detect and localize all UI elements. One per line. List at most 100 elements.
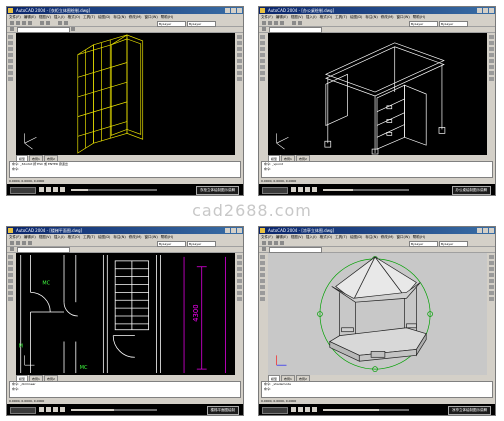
rewind-icon[interactable]: [60, 407, 65, 412]
extend-tool-icon[interactable]: [489, 77, 494, 81]
polyline-tool-icon[interactable]: [8, 261, 13, 265]
maximize-icon[interactable]: [483, 8, 488, 13]
hatch-tool-icon[interactable]: [260, 291, 265, 295]
save-icon[interactable]: [22, 21, 26, 25]
circle-tool-icon[interactable]: [260, 59, 265, 63]
layer-manager-icon[interactable]: [10, 247, 14, 251]
rewind-icon[interactable]: [312, 407, 317, 412]
arc-tool-icon[interactable]: [8, 273, 13, 277]
text-tool-icon[interactable]: [8, 297, 13, 301]
taskbar-task-label[interactable]: 凉亭立体绘制图示讲解: [448, 406, 491, 415]
open-file-icon[interactable]: [16, 21, 20, 25]
stop-icon[interactable]: [53, 187, 58, 192]
stop-icon[interactable]: [305, 407, 310, 412]
spline-tool-icon[interactable]: [8, 65, 13, 69]
trim-tool-icon[interactable]: [237, 71, 242, 75]
extend-tool-icon[interactable]: [237, 77, 242, 81]
playback-progress[interactable]: [323, 189, 409, 191]
properties-icon[interactable]: [71, 27, 75, 31]
erase-tool-icon[interactable]: [489, 255, 494, 259]
arc-tool-icon[interactable]: [260, 273, 265, 277]
offset-tool-icon[interactable]: [237, 273, 242, 277]
minimize-icon[interactable]: [477, 228, 482, 233]
erase-tool-icon[interactable]: [237, 255, 242, 259]
drawing-canvas[interactable]: [268, 253, 487, 375]
drawing-canvas[interactable]: [268, 33, 487, 155]
rectangle-tool-icon[interactable]: [260, 47, 265, 51]
spline-tool-icon[interactable]: [8, 285, 13, 289]
copy-tool-icon[interactable]: [237, 261, 242, 265]
circle-tool-icon[interactable]: [8, 279, 13, 283]
minimize-icon[interactable]: [225, 228, 230, 233]
close-icon[interactable]: [489, 228, 494, 233]
mirror-tool-icon[interactable]: [237, 267, 242, 271]
polyline-tool-icon[interactable]: [8, 41, 13, 45]
open-file-icon[interactable]: [268, 21, 272, 25]
move-tool-icon[interactable]: [237, 59, 242, 63]
layer-manager-icon[interactable]: [262, 247, 266, 251]
extend-tool-icon[interactable]: [489, 297, 494, 301]
command-line[interactable]: 命令: _shademode 命令:: [261, 381, 493, 398]
undo-icon[interactable]: [292, 21, 296, 25]
drawing-canvas[interactable]: 4300 MC MC M: [16, 253, 235, 375]
text-tool-icon[interactable]: [260, 297, 265, 301]
offset-tool-icon[interactable]: [489, 53, 494, 57]
rewind-icon[interactable]: [60, 187, 65, 192]
start-button[interactable]: [262, 187, 288, 194]
rotate-tool-icon[interactable]: [237, 65, 242, 69]
offset-tool-icon[interactable]: [489, 273, 494, 277]
save-icon[interactable]: [274, 21, 278, 25]
maximize-icon[interactable]: [231, 8, 236, 13]
play-icon[interactable]: [39, 407, 44, 412]
hatch-tool-icon[interactable]: [260, 71, 265, 75]
open-file-icon[interactable]: [268, 241, 272, 245]
mirror-tool-icon[interactable]: [489, 267, 494, 271]
offset-tool-icon[interactable]: [237, 53, 242, 57]
command-line[interactable]: 命令: _3dorbit 按 ESC 或 ENTER 键退出 命令:: [9, 161, 241, 178]
arc-tool-icon[interactable]: [260, 53, 265, 57]
rotate-tool-icon[interactable]: [489, 285, 494, 289]
circle-tool-icon[interactable]: [8, 59, 13, 63]
pause-icon[interactable]: [46, 187, 51, 192]
save-icon[interactable]: [274, 241, 278, 245]
print-icon[interactable]: [280, 21, 284, 25]
spline-tool-icon[interactable]: [260, 65, 265, 69]
redo-icon[interactable]: [298, 21, 302, 25]
pause-icon[interactable]: [298, 407, 303, 412]
command-line[interactable]: 命令: _dimlinear 命令:: [9, 381, 241, 398]
save-icon[interactable]: [22, 241, 26, 245]
stop-icon[interactable]: [305, 187, 310, 192]
minimize-icon[interactable]: [477, 8, 482, 13]
layer-manager-icon[interactable]: [10, 27, 14, 31]
line-tool-icon[interactable]: [8, 35, 13, 39]
polyline-tool-icon[interactable]: [260, 261, 265, 265]
open-file-icon[interactable]: [16, 241, 20, 245]
text-tool-icon[interactable]: [8, 77, 13, 81]
start-button[interactable]: [262, 407, 288, 414]
new-file-icon[interactable]: [10, 21, 14, 25]
print-icon[interactable]: [280, 241, 284, 245]
rotate-tool-icon[interactable]: [489, 65, 494, 69]
start-button[interactable]: [10, 407, 36, 414]
rectangle-tool-icon[interactable]: [8, 47, 13, 51]
print-icon[interactable]: [28, 241, 32, 245]
move-tool-icon[interactable]: [489, 279, 494, 283]
redo-icon[interactable]: [46, 21, 50, 25]
play-icon[interactable]: [291, 407, 296, 412]
play-icon[interactable]: [291, 187, 296, 192]
taskbar-task-label[interactable]: 办公桌绘制图示讲解: [451, 186, 491, 195]
copy-tool-icon[interactable]: [237, 41, 242, 45]
trim-tool-icon[interactable]: [489, 291, 494, 295]
copy-tool-icon[interactable]: [489, 261, 494, 265]
line-tool-icon[interactable]: [260, 255, 265, 259]
stop-icon[interactable]: [53, 407, 58, 412]
playback-progress[interactable]: [323, 409, 409, 411]
move-tool-icon[interactable]: [237, 279, 242, 283]
layer-manager-icon[interactable]: [262, 27, 266, 31]
maximize-icon[interactable]: [483, 228, 488, 233]
erase-tool-icon[interactable]: [237, 35, 242, 39]
zoom-icon[interactable]: [64, 21, 68, 25]
trim-tool-icon[interactable]: [489, 71, 494, 75]
rewind-icon[interactable]: [312, 187, 317, 192]
rectangle-tool-icon[interactable]: [8, 267, 13, 271]
